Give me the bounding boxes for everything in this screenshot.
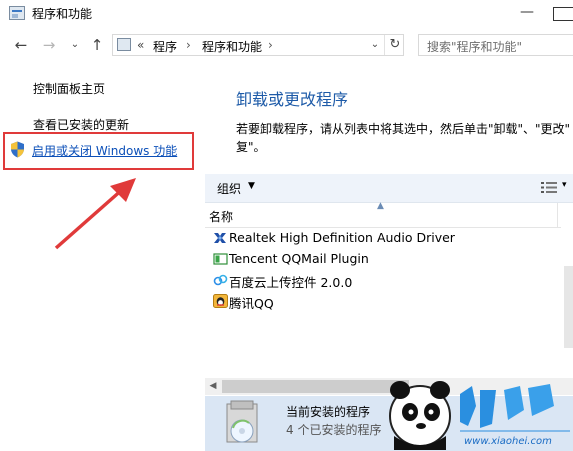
vertical-scroll-thumb[interactable] xyxy=(564,266,573,348)
programs-window-icon xyxy=(9,6,25,20)
organize-dropdown-caret-icon[interactable]: ▼ xyxy=(248,181,255,191)
window-title: 程序和功能 xyxy=(32,7,93,21)
instructions-line-2: 复"。 xyxy=(236,140,266,154)
breadcrumb-chevron-icon[interactable]: › xyxy=(186,38,191,52)
back-arrow-icon[interactable]: ← xyxy=(12,36,30,54)
command-bar: 组织 ▼ ▾ xyxy=(205,174,573,203)
uac-shield-icon xyxy=(11,141,24,158)
realtek-audio-icon xyxy=(214,233,226,243)
breadcrumb-overflow[interactable]: « xyxy=(137,38,144,52)
program-name: 百度云上传控件 2.0.0 xyxy=(229,275,353,290)
qqmail-icon xyxy=(213,253,228,265)
program-name: Realtek High Definition Audio Driver xyxy=(229,230,455,245)
program-row-qq[interactable]: 腾讯QQ T xyxy=(205,291,573,312)
instructions-line-1: 若要卸载程序，请从列表中将其选中，然后单击"卸载"、"更改" xyxy=(236,122,571,136)
view-details-icon[interactable] xyxy=(541,182,557,193)
forward-arrow-icon[interactable]: → xyxy=(40,36,58,54)
details-title: 当前安装的程序 xyxy=(286,405,371,419)
sort-ascending-icon: ▲ xyxy=(377,201,384,211)
search-placeholder: 搜索"程序和功能" xyxy=(427,40,523,54)
view-installed-updates-link[interactable]: 查看已安装的更新 xyxy=(33,116,129,133)
breadcrumb-chevron-icon[interactable]: › xyxy=(268,38,273,52)
watermark-url: www.xiaohei.com xyxy=(464,436,552,447)
program-row-realtek[interactable]: Realtek High Definition Audio Driver R xyxy=(205,228,573,249)
breadcrumb-programs-features[interactable]: 程序和功能 xyxy=(202,38,262,55)
program-name: Tencent QQMail Plugin xyxy=(229,251,369,266)
control-panel-icon xyxy=(117,38,131,51)
view-dropdown-caret-icon[interactable]: ▾ xyxy=(562,180,567,190)
turn-windows-features-link[interactable]: 启用或关闭 Windows 功能 xyxy=(32,142,177,159)
minimize-button[interactable]: — xyxy=(507,0,547,28)
organize-button[interactable]: 组织 xyxy=(217,180,241,197)
program-row-qqmail[interactable]: Tencent QQMail Plugin T xyxy=(205,249,573,270)
column-header-row: 名称 ▲ 发 xyxy=(205,201,573,228)
page-title: 卸载或更改程序 xyxy=(236,90,349,109)
program-row-baidu-cloud[interactable]: 百度云上传控件 2.0.0 xyxy=(205,270,573,291)
program-name: 腾讯QQ xyxy=(229,296,274,311)
maximize-button[interactable] xyxy=(553,7,573,21)
scroll-left-arrow-icon[interactable]: ◀ xyxy=(205,378,221,395)
qq-icon xyxy=(213,294,228,308)
up-arrow-icon[interactable]: ↑ xyxy=(88,36,106,54)
red-arrow-annotation xyxy=(54,178,136,250)
installed-count: 4 个已安装的程序 xyxy=(286,423,382,437)
search-input[interactable]: 搜索"程序和功能" xyxy=(418,34,573,56)
vertical-scrollbar[interactable] xyxy=(561,203,573,378)
column-divider[interactable] xyxy=(557,203,558,227)
address-dropdown-chevron-icon[interactable]: ⌄ xyxy=(368,36,382,54)
title-bar: 程序和功能 — xyxy=(0,0,573,28)
baidu-cloud-icon xyxy=(213,274,228,286)
breadcrumb-programs[interactable]: 程序 xyxy=(153,38,177,55)
control-panel-home-link[interactable]: 控制面板主页 xyxy=(33,80,105,97)
refresh-icon[interactable]: ↻ xyxy=(384,35,405,55)
installed-programs-icon xyxy=(226,400,258,443)
column-name-header[interactable]: 名称 xyxy=(209,208,233,225)
recent-locations-chevron-icon[interactable]: ⌄ xyxy=(66,36,84,54)
xiaohei-watermark-logo: www.xiaohei.com xyxy=(389,381,570,450)
address-bar[interactable]: « 程序 › 程序和功能 › xyxy=(112,34,404,56)
